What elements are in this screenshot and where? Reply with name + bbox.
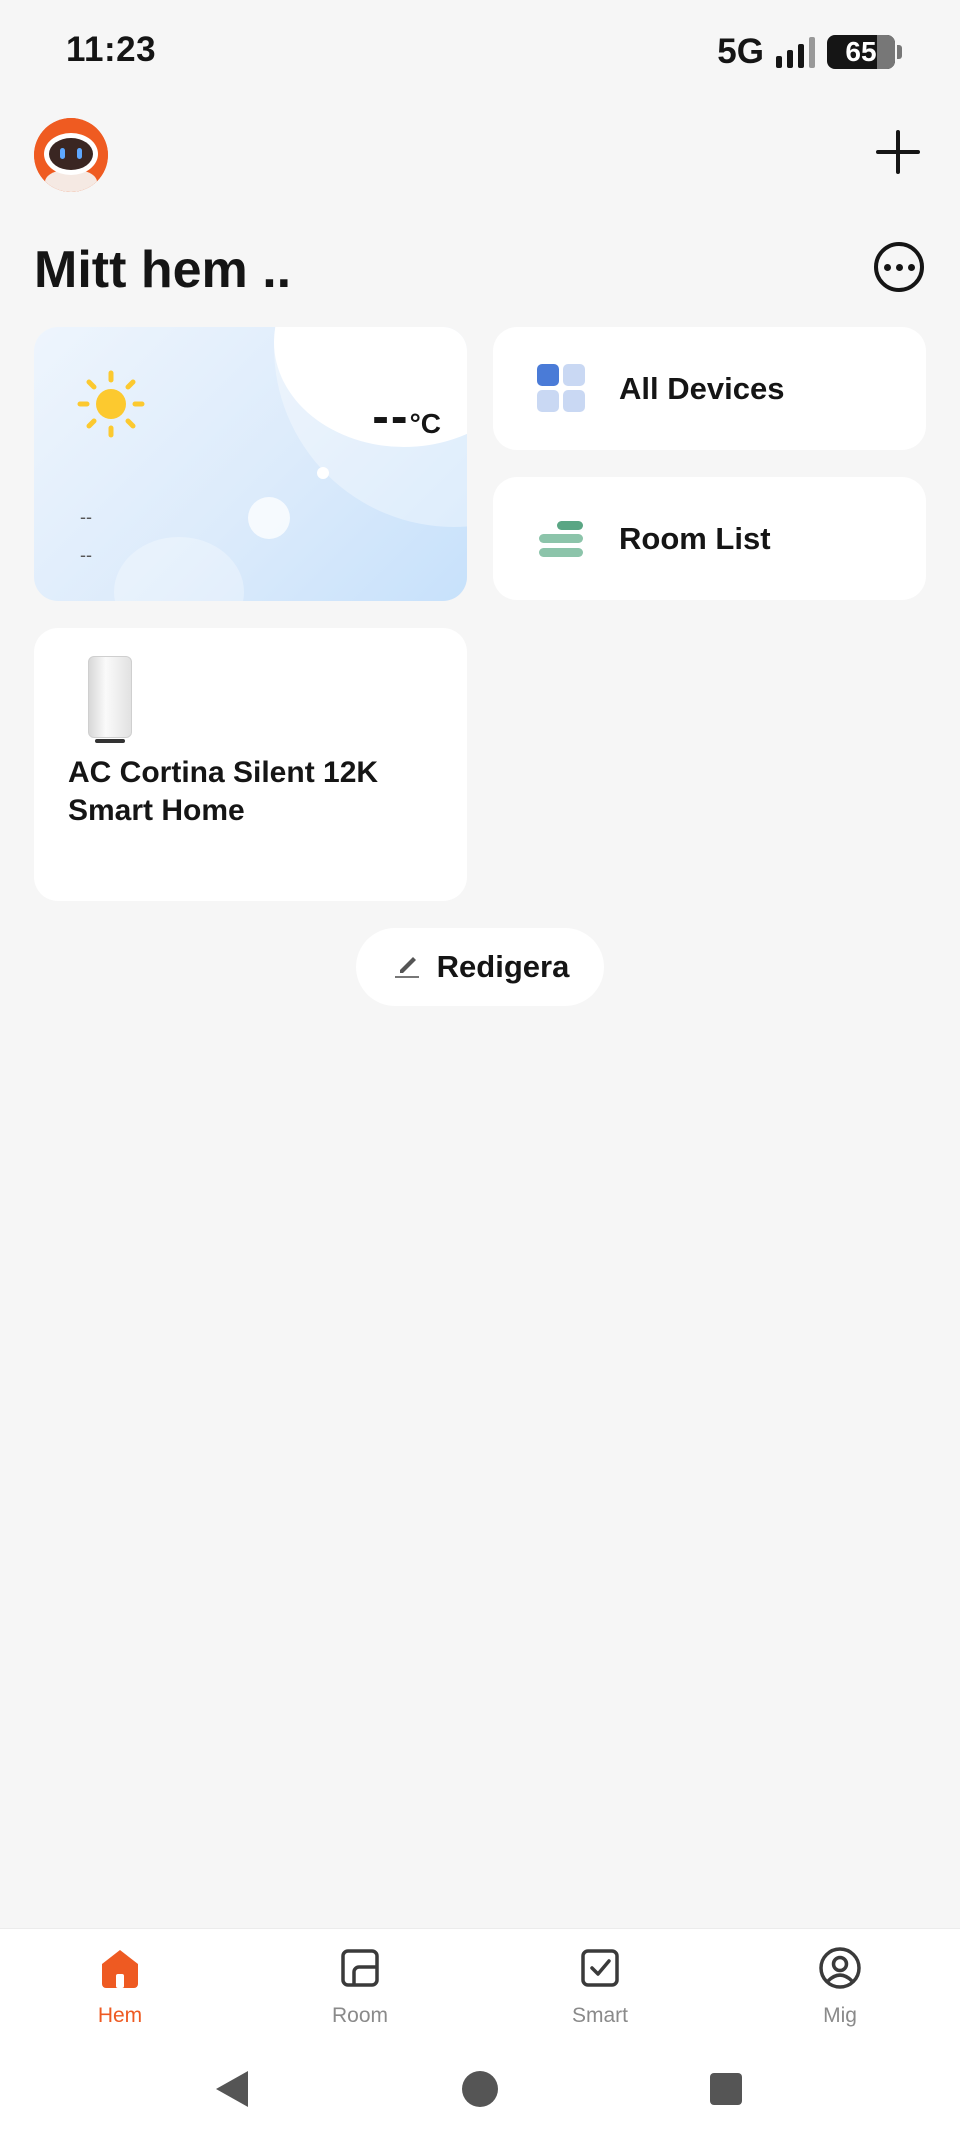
home-icon: [102, 1950, 138, 1988]
room-list-label: Room List: [619, 520, 771, 556]
tab-label: Mig: [823, 2004, 857, 2027]
avatar[interactable]: [34, 118, 108, 192]
home-nav-icon: [462, 2071, 498, 2107]
smart-icon: [581, 1949, 619, 1987]
recents-icon: [710, 2073, 742, 2105]
tab-hem[interactable]: Hem: [40, 1944, 200, 2028]
network-type: 5G: [717, 32, 764, 71]
all-devices-label: All Devices: [619, 370, 785, 406]
tab-label: Room: [331, 2004, 389, 2027]
device-name: AC Cortina Silent 12K Smart Home: [68, 756, 379, 827]
pencil-icon: [391, 949, 423, 986]
device-card[interactable]: AC Cortina Silent 12K Smart Home: [34, 628, 467, 901]
weather-card[interactable]: --°C -- --: [34, 327, 467, 601]
signal-icon: [776, 36, 815, 68]
weather-line-2: --: [80, 545, 92, 565]
battery-level: 65: [845, 36, 877, 67]
weather-line-1: --: [80, 507, 92, 527]
add-icon[interactable]: [874, 128, 922, 176]
status-indicators: 5G 65: [717, 32, 902, 72]
temperature-number: --: [372, 388, 410, 444]
profile-icon: [819, 1947, 861, 1989]
all-devices-icon: [535, 362, 589, 416]
edit-label: Redigera: [436, 949, 570, 984]
more-options-icon[interactable]: [874, 242, 924, 292]
bottom-tab-bar: Hem Room Smart Mig: [0, 1928, 960, 2137]
home-title[interactable]: Mitt hem ..: [34, 240, 291, 300]
temperature-unit: °C: [409, 408, 441, 439]
tab-label: Hem: [97, 2004, 143, 2027]
all-devices-button[interactable]: All Devices: [493, 327, 926, 450]
tab-room[interactable]: Room: [280, 1944, 440, 2028]
room-icon: [341, 1949, 379, 1987]
sun-icon: [76, 369, 146, 439]
tab-mig[interactable]: Mig: [760, 1944, 920, 2028]
tab-label: Smart: [571, 2004, 628, 2027]
status-time: 11:23: [66, 30, 157, 69]
room-list-icon: [535, 512, 589, 566]
room-list-button[interactable]: Room List: [493, 477, 926, 600]
edit-button[interactable]: Redigera: [356, 928, 604, 1006]
air-conditioner-image: [88, 656, 132, 743]
temperature-value: --°C: [372, 387, 441, 445]
tab-smart[interactable]: Smart: [520, 1944, 680, 2028]
battery-icon: 65: [827, 35, 902, 69]
system-navigation-bar: [216, 2071, 742, 2107]
back-icon: [216, 2071, 248, 2107]
